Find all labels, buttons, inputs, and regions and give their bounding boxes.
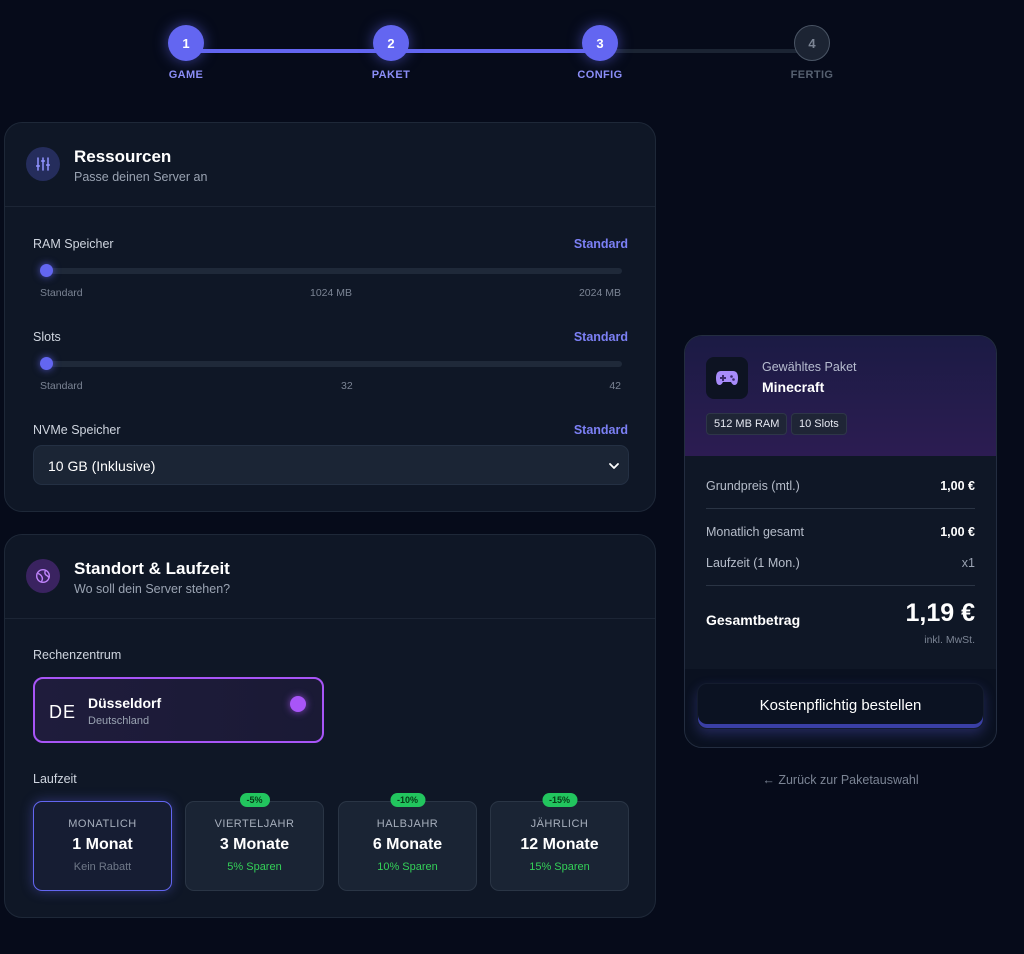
- datacenter-country: Deutschland: [88, 715, 150, 727]
- divider: [706, 508, 975, 509]
- resources-card: Ressourcen Passe deinen Server an RAM Sp…: [4, 122, 656, 512]
- order-button-area: Kostenpflichtig bestellen: [685, 669, 996, 747]
- duration-option-monthly[interactable]: MONATLICH 1 Monat Kein Rabatt: [33, 801, 172, 891]
- duration-value: 3 Monate: [219, 836, 290, 853]
- ram-slider-track[interactable]: [40, 268, 622, 274]
- globe-icon: [26, 559, 60, 593]
- ram-tick-min: Standard: [40, 287, 83, 299]
- duration-option-yearly[interactable]: -15% JÄHRLICH 12 Monate 15% Sparen: [490, 793, 629, 891]
- term-value: x1: [961, 556, 975, 570]
- nvme-selected-value: 10 GB (Inklusive): [48, 458, 156, 474]
- step-label: GAME: [168, 69, 204, 81]
- gamepad-icon: [706, 357, 748, 399]
- nvme-label: NVMe Speicher: [33, 423, 121, 437]
- back-to-packages-link[interactable]: ← Zurück zur Paketauswahl: [684, 773, 997, 787]
- term-row: Laufzeit (1 Mon.) x1: [706, 556, 975, 570]
- step-game[interactable]: 1 GAME: [146, 22, 226, 81]
- selected-radio-icon: [290, 696, 306, 712]
- duration-name: MONATLICH: [68, 818, 137, 830]
- location-header: Standort & Laufzeit Wo soll dein Server …: [5, 535, 655, 619]
- ram-chip: 512 MB RAM: [706, 413, 788, 435]
- chevron-down-icon: [608, 459, 620, 477]
- step-number: 1: [168, 25, 204, 61]
- base-price-row: Grundpreis (mtl.) 1,00 €: [706, 479, 975, 493]
- step-number: 4: [794, 25, 830, 61]
- discount-badge: -15%: [541, 793, 578, 807]
- order-summary-card: Gewähltes Paket Minecraft 512 MB RAM 10 …: [684, 335, 997, 748]
- step-paket[interactable]: 2 PAKET: [351, 22, 431, 81]
- package-label: Gewähltes Paket: [762, 360, 857, 374]
- ram-value: Standard: [573, 237, 628, 251]
- slots-value: Standard: [573, 330, 628, 344]
- monthly-total-value: 1,00 €: [940, 525, 975, 539]
- package-name: Minecraft: [762, 379, 825, 395]
- ram-slider-thumb[interactable]: [40, 264, 53, 277]
- duration-value: 6 Monate: [372, 836, 443, 853]
- datacenter-label: Rechenzentrum: [33, 648, 122, 662]
- duration-name: JÄHRLICH: [530, 818, 589, 830]
- total-value: 1,19 €: [905, 599, 975, 627]
- monthly-total-label: Monatlich gesamt: [706, 525, 804, 539]
- duration-savings: 15% Sparen: [529, 861, 590, 873]
- slots-tick-mid: 32: [341, 380, 353, 392]
- monthly-total-row: Monatlich gesamt 1,00 €: [706, 525, 975, 539]
- ram-label: RAM Speicher: [33, 237, 114, 251]
- slots-slider-thumb[interactable]: [40, 357, 53, 370]
- slots-slider-track[interactable]: [40, 361, 622, 367]
- duration-option-halfyear[interactable]: -10% HALBJAHR 6 Monate 10% Sparen: [338, 793, 477, 891]
- ram-tick-max: 2024 MB: [578, 287, 621, 299]
- step-config[interactable]: 3 CONFIG: [560, 22, 640, 81]
- progress-stepper: 1 GAME 2 PAKET 3 CONFIG 4 FERTIG: [150, 22, 850, 86]
- resources-header: Ressourcen Passe deinen Server an: [5, 123, 655, 207]
- order-button[interactable]: Kostenpflichtig bestellen: [697, 683, 984, 729]
- discount-badge: -10%: [389, 793, 426, 807]
- step-number: 2: [373, 25, 409, 61]
- step-label: PAKET: [371, 69, 411, 81]
- datacenter-option-duesseldorf[interactable]: DE Düsseldorf Deutschland: [33, 677, 324, 743]
- location-title: Standort & Laufzeit: [74, 559, 230, 578]
- duration-name: VIERTELJAHR: [214, 818, 295, 830]
- discount-badge: -5%: [239, 793, 270, 807]
- location-subtitle: Wo soll dein Server stehen?: [74, 582, 231, 596]
- slots-tick-max: 42: [609, 380, 621, 392]
- slots-chip: 10 Slots: [791, 413, 847, 435]
- slots-label: Slots: [33, 330, 61, 344]
- nvme-value: Standard: [573, 423, 628, 437]
- slots-tick-min: Standard: [40, 380, 83, 392]
- base-price-value: 1,00 €: [940, 479, 975, 493]
- resources-title: Ressourcen: [74, 147, 172, 166]
- ram-tick-mid: 1024 MB: [310, 287, 353, 299]
- country-code: DE: [49, 702, 77, 722]
- duration-name: HALBJAHR: [376, 818, 439, 830]
- datacenter-city: Düsseldorf: [88, 695, 162, 711]
- duration-savings: 10% Sparen: [377, 861, 438, 873]
- sliders-icon: [26, 147, 60, 181]
- step-label: CONFIG: [577, 69, 623, 81]
- selected-package-header: Gewähltes Paket Minecraft 512 MB RAM 10 …: [685, 336, 996, 456]
- duration-savings: Kein Rabatt: [73, 861, 132, 873]
- resources-subtitle: Passe deinen Server an: [74, 170, 208, 184]
- base-price-label: Grundpreis (mtl.): [706, 479, 800, 493]
- duration-value: 12 Monate: [520, 836, 599, 853]
- duration-savings: 5% Sparen: [227, 861, 282, 873]
- step-fertig: 4 FERTIG: [772, 22, 852, 81]
- tax-note: inkl. MwSt.: [924, 634, 975, 646]
- duration-value: 1 Monat: [72, 836, 133, 853]
- divider: [706, 585, 975, 586]
- duration-label: Laufzeit: [33, 772, 77, 786]
- duration-option-quarterly[interactable]: -5% VIERTELJAHR 3 Monate 5% Sparen: [185, 793, 324, 891]
- step-number: 3: [582, 25, 618, 61]
- term-label: Laufzeit (1 Mon.): [706, 556, 800, 570]
- location-card: Standort & Laufzeit Wo soll dein Server …: [4, 534, 656, 918]
- step-label: FERTIG: [790, 69, 834, 81]
- nvme-select[interactable]: 10 GB (Inklusive): [33, 445, 629, 485]
- total-label: Gesamtbetrag: [706, 612, 801, 628]
